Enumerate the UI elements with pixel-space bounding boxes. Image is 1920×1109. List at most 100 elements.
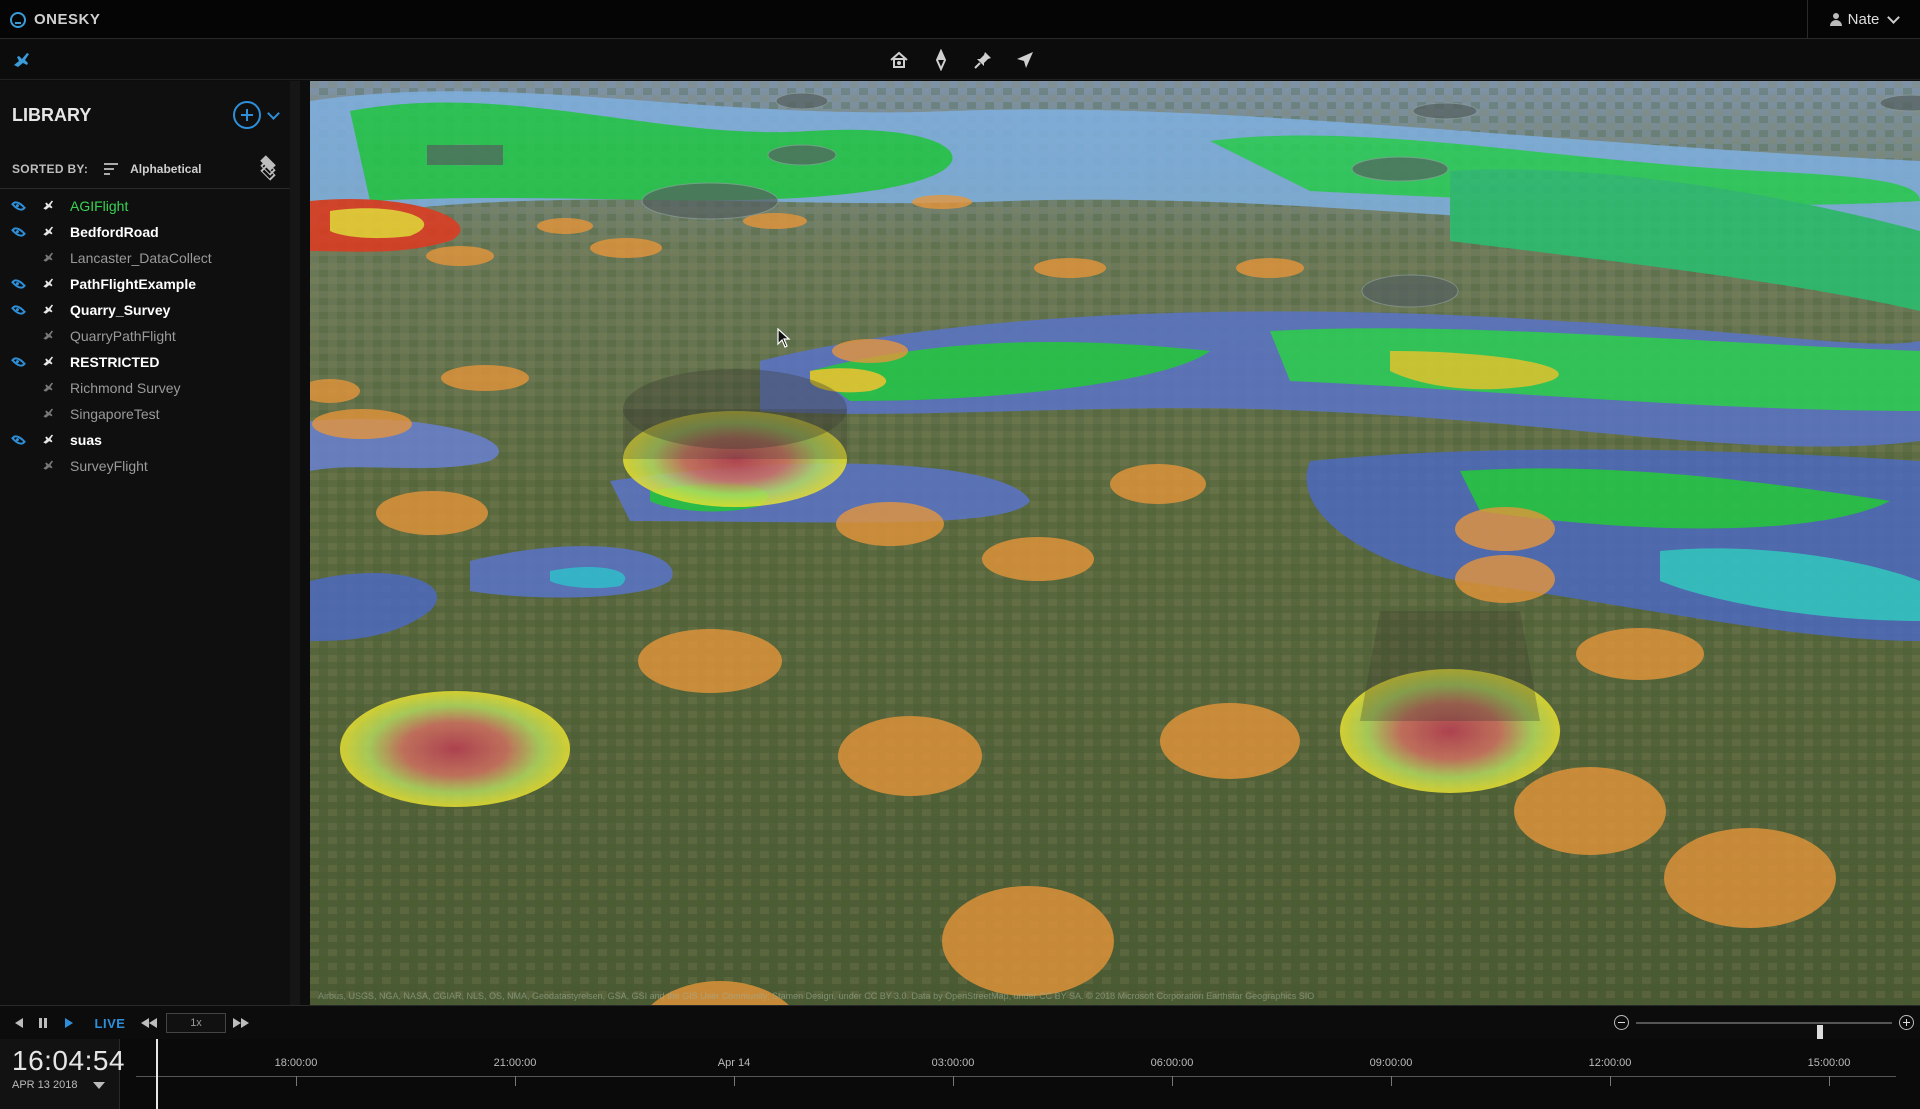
zoom-out-icon[interactable]	[1614, 1015, 1629, 1030]
clock-panel: 16:04:54 APR 13 2018	[0, 1039, 125, 1109]
pause-icon[interactable]	[36, 1014, 50, 1032]
flight-plane-icon	[36, 302, 60, 318]
flight-item[interactable]: PathFlightExample	[0, 271, 290, 297]
speed-field[interactable]: 1x	[166, 1013, 226, 1033]
top-bar: ONESKY Nate	[0, 0, 1920, 39]
zoom-slider[interactable]	[1636, 1022, 1892, 1039]
flight-plane-icon	[36, 276, 60, 292]
timeline[interactable]: 16:04:54 APR 13 2018 18:00:00 21:00:00 Apr…	[0, 1039, 1920, 1109]
timeline-zoom	[1614, 1013, 1914, 1039]
flight-name: Richmond Survey	[70, 380, 181, 396]
visibility-toggle[interactable]	[0, 354, 36, 370]
eye-icon[interactable]	[10, 198, 26, 214]
app-name: ONESKY	[34, 11, 101, 28]
pin-icon[interactable]	[969, 46, 997, 74]
user-icon	[1829, 13, 1842, 26]
flight-plane-icon	[36, 406, 60, 422]
toolbar	[0, 40, 1920, 80]
caret-down-icon[interactable]	[93, 1081, 106, 1089]
home-view-icon[interactable]	[885, 46, 913, 74]
play-icon[interactable]	[62, 1014, 76, 1032]
flight-item[interactable]: BedfordRoad	[0, 219, 290, 245]
flight-item[interactable]: QuarryPathFlight	[0, 323, 290, 349]
flight-plane-icon	[36, 198, 60, 214]
sort-icon[interactable]	[104, 162, 119, 175]
map-attribution: Airbus, USGS, NGA, NASA, CGIAR, NLS, OS,…	[318, 991, 1314, 1001]
timeline-tick-label: 21:00:00	[493, 1057, 537, 1069]
current-time: 16:04:54	[12, 1045, 125, 1076]
timeline-axis[interactable]: 18:00:00 21:00:00 Apr 14 03:00:00 06:00:00 09…	[136, 1039, 1896, 1109]
timeline-tick	[1829, 1076, 1830, 1086]
rewind-icon[interactable]	[140, 1014, 158, 1032]
add-icon[interactable]	[233, 101, 261, 129]
step-back-icon[interactable]	[12, 1014, 26, 1032]
eye-icon[interactable]	[10, 302, 26, 318]
chevron-down-icon[interactable]	[267, 106, 280, 120]
layers-icon[interactable]	[258, 154, 278, 181]
flight-plane-icon	[36, 432, 60, 448]
flight-item[interactable]: Richmond Survey	[0, 375, 290, 401]
brand: ONESKY	[10, 0, 100, 39]
timeline-tick	[953, 1076, 954, 1086]
library-title: LIBRARY	[12, 104, 92, 125]
flight-name: QuarryPathFlight	[70, 328, 176, 344]
zoom-slider-thumb[interactable]	[1817, 1025, 1824, 1039]
visibility-toggle[interactable]	[0, 224, 36, 240]
flight-name: RESTRICTED	[70, 354, 160, 370]
flight-plane-icon[interactable]	[10, 47, 34, 71]
globe-3d-view[interactable]: Airbus, USGS, NGA, NASA, CGIAR, NLS, OS,…	[310, 81, 1920, 1005]
live-button[interactable]: LIVE	[92, 1014, 128, 1032]
flight-item[interactable]: Quarry_Survey	[0, 297, 290, 323]
timeline-tick-label: 03:00:00	[931, 1057, 975, 1069]
flight-item[interactable]: Lancaster_DataCollect	[0, 245, 290, 271]
timeline-tick-label: 18:00:00	[274, 1057, 318, 1069]
flight-plane-icon	[36, 354, 60, 370]
playback-controls: LIVE 1x	[0, 1005, 1920, 1039]
timeline-tick	[1610, 1076, 1611, 1086]
flight-item[interactable]: SurveyFlight	[0, 453, 290, 479]
compass-icon[interactable]	[927, 46, 955, 74]
flight-name: PathFlightExample	[70, 276, 197, 292]
flight-name: SingaporeTest	[70, 406, 160, 422]
eye-icon[interactable]	[10, 432, 26, 448]
current-time-marker[interactable]	[156, 1039, 158, 1109]
flight-plane-icon	[36, 328, 60, 344]
sort-value[interactable]: Alphabetical	[130, 162, 201, 176]
flight-name: BedfordRoad	[70, 224, 159, 240]
flight-name: AGIFlight	[70, 198, 129, 214]
library-panel: LIBRARY SORTED BY: Alphabetical AGIFligh…	[0, 81, 300, 1005]
navigate-icon[interactable]	[1011, 46, 1039, 74]
timeline-tick	[734, 1076, 735, 1086]
onesky-logo-icon	[10, 11, 26, 28]
map-viewport[interactable]: Airbus, USGS, NGA, NASA, CGIAR, NLS, OS,…	[310, 81, 1920, 1005]
timeline-tick-label: 12:00:00	[1588, 1057, 1632, 1069]
flight-name: Quarry_Survey	[70, 302, 171, 318]
timeline-tick-label: Apr 14	[717, 1057, 751, 1069]
fast-forward-icon[interactable]	[232, 1014, 250, 1032]
chevron-down-icon	[1887, 10, 1901, 24]
flight-name: SurveyFlight	[70, 458, 148, 474]
flight-item[interactable]: SingaporeTest	[0, 401, 290, 427]
user-name: Nate	[1847, 11, 1880, 28]
flight-item[interactable]: RESTRICTED	[0, 349, 290, 375]
library-header: LIBRARY	[0, 81, 290, 149]
flight-plane-icon	[36, 458, 60, 474]
flight-list: AGIFlight BedfordRoad Lancaster_DataCollec…	[0, 189, 290, 479]
visibility-toggle[interactable]	[0, 302, 36, 318]
visibility-toggle[interactable]	[0, 276, 36, 292]
add-menu[interactable]	[233, 101, 280, 129]
eye-icon[interactable]	[10, 276, 26, 292]
zoom-in-icon[interactable]	[1899, 1015, 1914, 1030]
user-menu[interactable]: Nate	[1807, 0, 1920, 39]
timeline-tick	[515, 1076, 516, 1086]
flight-name: suas	[70, 432, 102, 448]
flight-item[interactable]: suas	[0, 427, 290, 453]
visibility-toggle[interactable]	[0, 432, 36, 448]
eye-icon[interactable]	[10, 354, 26, 370]
eye-icon[interactable]	[10, 224, 26, 240]
timeline-tick	[1172, 1076, 1173, 1086]
timeline-tick	[1391, 1076, 1392, 1086]
visibility-toggle[interactable]	[0, 198, 36, 214]
current-date-picker[interactable]: APR 13 2018	[12, 1079, 119, 1091]
flight-item[interactable]: AGIFlight	[0, 193, 290, 219]
